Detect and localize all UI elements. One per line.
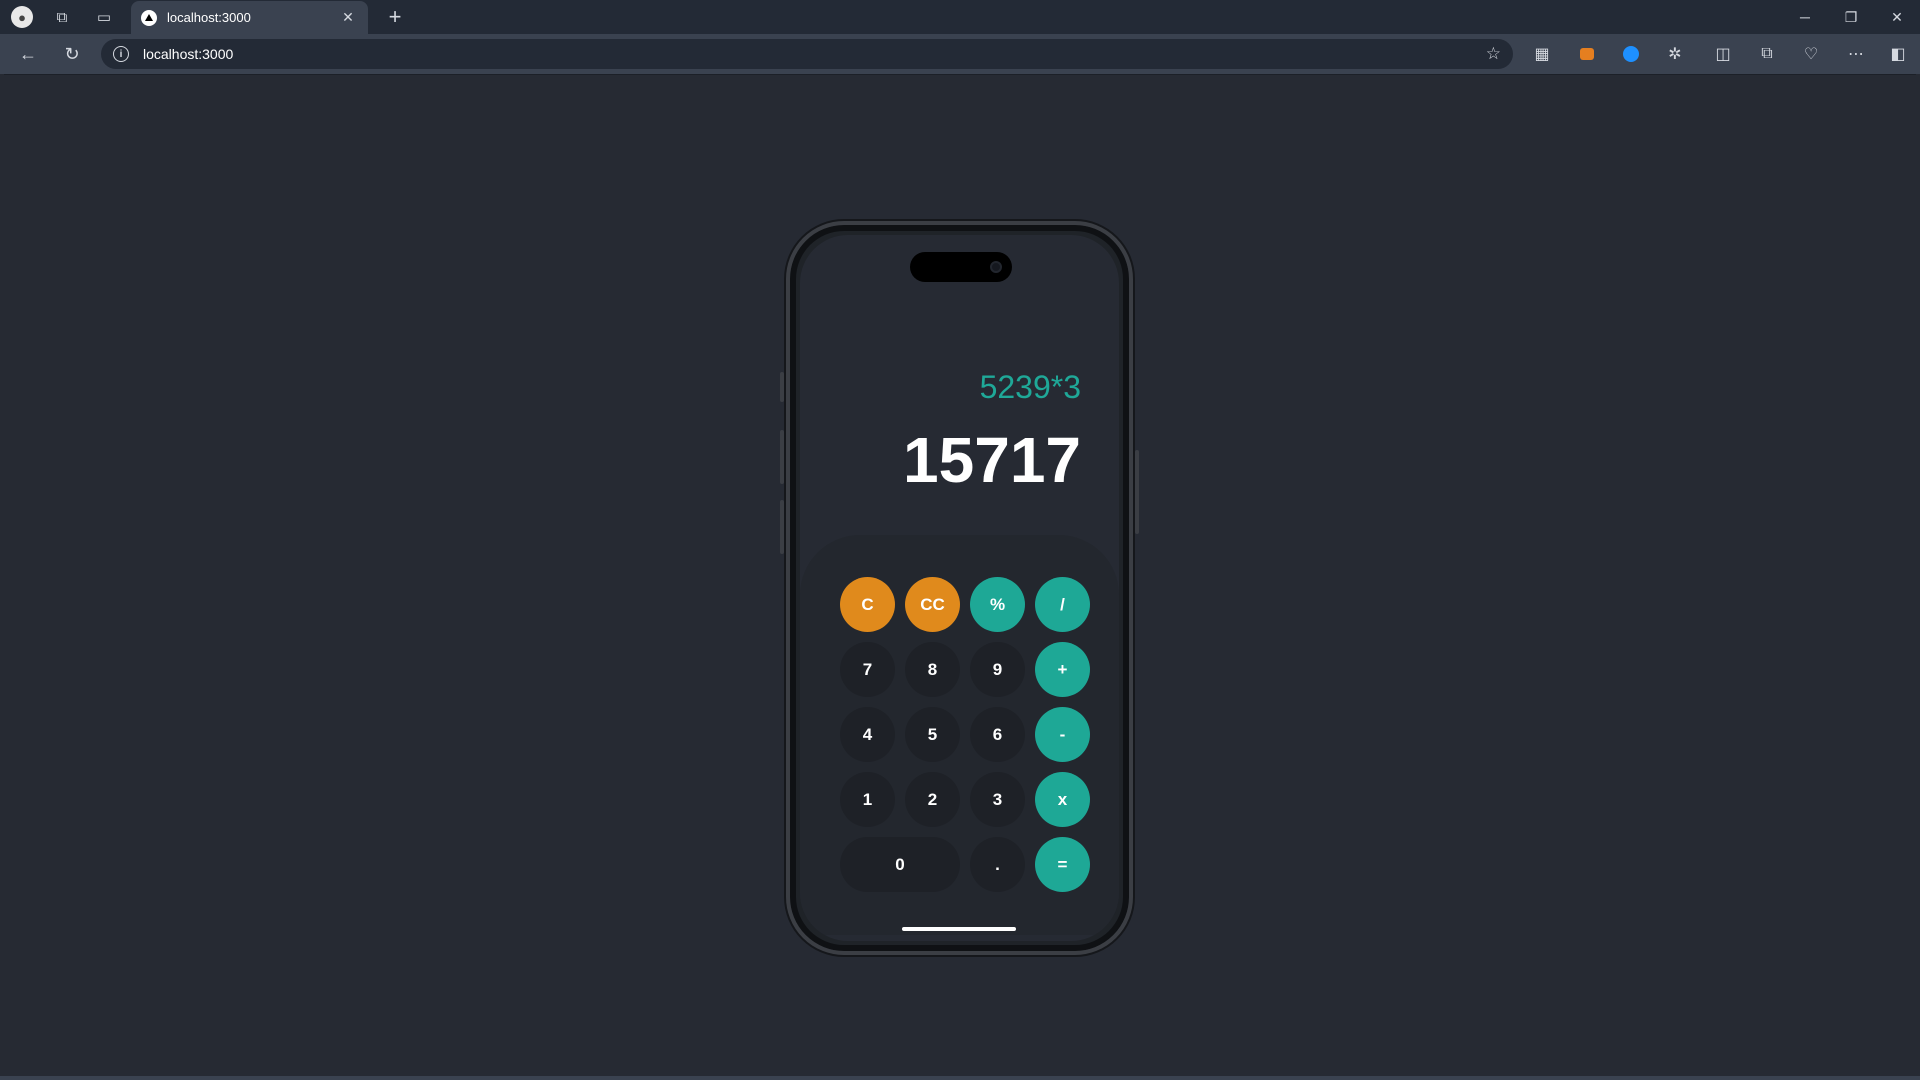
site-favicon-icon [141, 9, 157, 26]
percent-button[interactable]: % [970, 577, 1025, 632]
back-arrow-icon: ← [19, 43, 37, 64]
site-info-icon[interactable]: i [113, 46, 129, 62]
keypad: C CC % / 7 8 9 + 4 5 6 - 1 2 3 x 0 . = [800, 535, 1119, 935]
digit-4-button[interactable]: 4 [840, 707, 895, 762]
new-tab-button[interactable]: + [380, 0, 410, 34]
tab-title: localhost:3000 [167, 10, 251, 25]
puzzle-icon: ✲ [1668, 46, 1682, 63]
extension-orange-button[interactable] [1565, 34, 1609, 74]
digit-8-button[interactable]: 8 [905, 642, 960, 697]
phone-screen: 5239*3 15717 C CC % / 7 8 9 + 4 5 6 - 1 … [800, 235, 1119, 941]
phone-volume-up-button [780, 430, 784, 484]
sidebar-icon: ◧ [1890, 46, 1906, 63]
sidebar-button[interactable]: ◧ [1876, 34, 1920, 74]
favorite-star-icon[interactable]: ☆ [1486, 44, 1501, 64]
restore-button[interactable]: ❐ [1828, 0, 1874, 34]
tab-actions-icon: ▭ [96, 9, 112, 26]
digit-7-button[interactable]: 7 [840, 642, 895, 697]
digit-9-button[interactable]: 9 [970, 642, 1025, 697]
multiply-button[interactable]: x [1035, 772, 1090, 827]
extension-blue-icon [1623, 46, 1639, 62]
profile-icon: ● [11, 6, 33, 28]
equals-button[interactable]: = [1035, 837, 1090, 892]
clear-button[interactable]: C [840, 577, 895, 632]
tab-bar: ● ⧉ ▭ localhost:3000 ✕ + ─ ❐ ✕ [0, 0, 1920, 34]
phone-power-button [1135, 450, 1139, 534]
digit-5-button[interactable]: 5 [905, 707, 960, 762]
digit-6-button[interactable]: 6 [970, 707, 1025, 762]
home-indicator [902, 927, 1016, 931]
phone-frame: 5239*3 15717 C CC % / 7 8 9 + 4 5 6 - 1 … [786, 221, 1133, 955]
digit-2-button[interactable]: 2 [905, 772, 960, 827]
more-icon: ⋯ [1848, 46, 1864, 63]
close-window-button[interactable]: ✕ [1874, 0, 1920, 34]
refresh-icon: ↻ [64, 43, 80, 64]
url-text[interactable]: localhost:3000 [143, 46, 1486, 62]
collections-button[interactable]: ⧉ [1745, 34, 1789, 74]
tab-close-icon[interactable]: ✕ [338, 9, 358, 26]
tab-localhost[interactable]: localhost:3000 ✕ [131, 1, 368, 34]
split-screen-button[interactable]: ◫ [1701, 34, 1745, 74]
collections-icon: ⧉ [1761, 45, 1773, 62]
window-bottom-border [0, 1076, 1920, 1080]
phone-volume-down-button [780, 500, 784, 554]
profile-button[interactable]: ● [2, 0, 42, 34]
phone-action-button [780, 372, 784, 402]
split-screen-icon: ◫ [1715, 46, 1731, 63]
qr-code-button[interactable]: ▦ [1520, 34, 1564, 74]
qr-code-icon: ▦ [1534, 46, 1550, 63]
camera-icon [990, 261, 1002, 273]
minimize-button[interactable]: ─ [1782, 0, 1828, 34]
refresh-button[interactable]: ↻ [50, 34, 94, 74]
divide-button[interactable]: / [1035, 577, 1090, 632]
extension-blue-button[interactable] [1609, 34, 1653, 74]
minus-button[interactable]: - [1035, 707, 1090, 762]
digit-1-button[interactable]: 1 [840, 772, 895, 827]
digit-3-button[interactable]: 3 [970, 772, 1025, 827]
extensions-button[interactable]: ✲ [1653, 34, 1697, 74]
digit-0-button[interactable]: 0 [840, 837, 960, 892]
result-display: 15717 [903, 424, 1081, 496]
dynamic-island [910, 252, 1012, 282]
heart-pulse-icon: ♡ [1803, 46, 1819, 63]
browser-essentials-button[interactable]: ♡ [1789, 34, 1833, 74]
decimal-button[interactable]: . [970, 837, 1025, 892]
address-bar[interactable]: i localhost:3000 ☆ [101, 39, 1513, 69]
expression-display: 5239*3 [979, 369, 1081, 405]
plus-button[interactable]: + [1035, 642, 1090, 697]
more-button[interactable]: ⋯ [1834, 34, 1878, 74]
workspaces-button[interactable]: ⧉ [42, 0, 82, 34]
extension-orange-icon [1580, 48, 1594, 60]
vertical-tabs-button[interactable]: ▭ [84, 0, 124, 34]
workspaces-icon: ⧉ [56, 8, 68, 26]
clear-all-button[interactable]: CC [905, 577, 960, 632]
back-button[interactable]: ← [6, 34, 50, 74]
